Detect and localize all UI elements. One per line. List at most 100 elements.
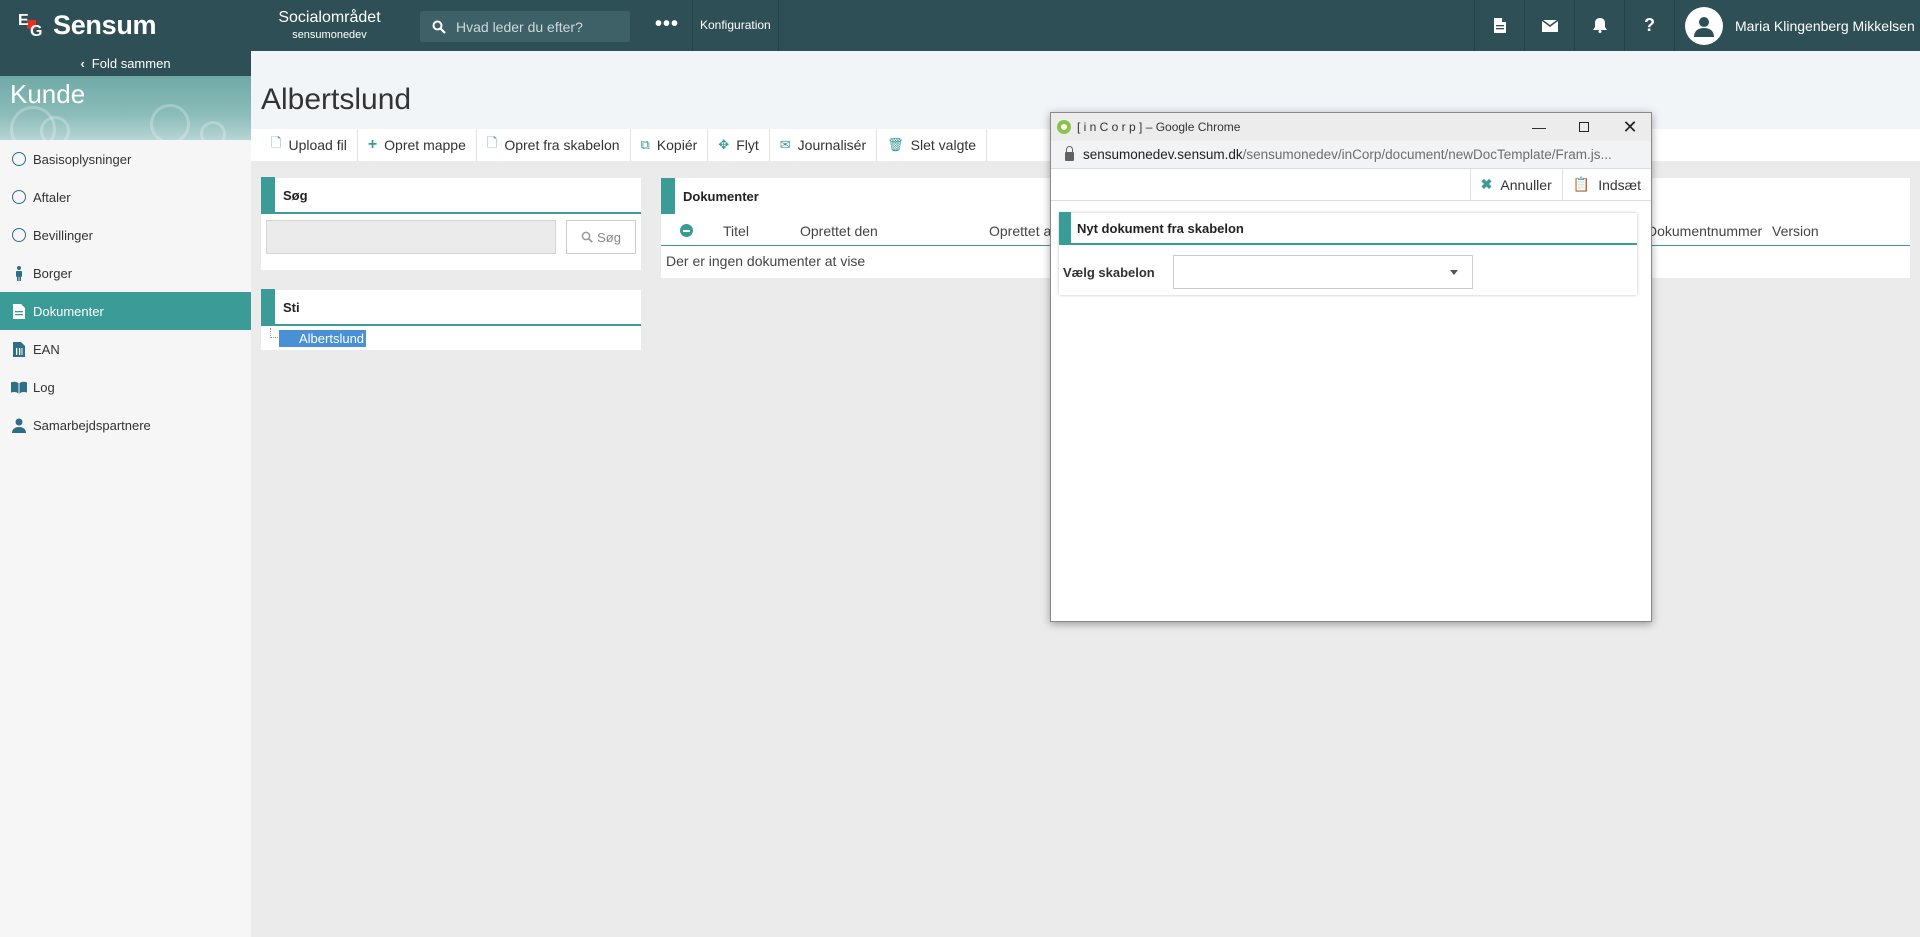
upload-file-label: Upload fil bbox=[288, 137, 347, 153]
chevron-left-icon: ‹ bbox=[80, 56, 85, 71]
sidebar-nav: Basisoplysninger Aftaler Bevillinger Bor… bbox=[0, 140, 251, 444]
address-bar[interactable]: sensumonedev.sensum.dk/sensumonedev/inCo… bbox=[1051, 141, 1651, 169]
popup-toolbar: ✖ Annuller 📋 Indsæt bbox=[1051, 168, 1651, 201]
area-title: Socialområdet bbox=[278, 9, 381, 26]
partner-icon bbox=[11, 417, 27, 433]
sidebar-item-ean[interactable]: EAN bbox=[0, 330, 251, 368]
mail-icon[interactable] bbox=[1524, 0, 1574, 51]
sensum-logo[interactable]: EG Sensum bbox=[18, 10, 157, 41]
column-header[interactable]: Dokumentnummer bbox=[1647, 223, 1762, 239]
copy-icon: ⧉ bbox=[640, 137, 650, 152]
chevron-down-icon bbox=[1450, 270, 1458, 275]
search-button[interactable]: Søg bbox=[566, 220, 636, 254]
fold-label: Fold sammen bbox=[91, 56, 171, 71]
minimize-icon[interactable]: — bbox=[1516, 113, 1562, 141]
cancel-button[interactable]: ✖ Annuller bbox=[1469, 168, 1562, 201]
sidebar-item-label: Dokumenter bbox=[33, 303, 104, 319]
search-panel: Søg Søg bbox=[261, 177, 641, 270]
bell-icon[interactable] bbox=[1574, 0, 1624, 51]
sidebar-item-label: Aftaler bbox=[33, 189, 71, 205]
column-header[interactable]: Titel bbox=[723, 223, 749, 239]
column-header[interactable]: Oprettet a bbox=[989, 223, 1051, 239]
area-selector[interactable]: Socialområdet sensumonedev bbox=[262, 9, 397, 41]
person-icon bbox=[11, 265, 27, 281]
create-from-template-label: Opret fra skabelon bbox=[504, 137, 620, 153]
fold-sidebar-button[interactable]: ‹ Fold sammen bbox=[0, 51, 251, 76]
delete-selected-button[interactable]: 🗑 Slet valgte bbox=[877, 129, 988, 161]
search-icon bbox=[581, 231, 593, 243]
journalize-label: Journalisér bbox=[797, 137, 867, 153]
collapse-icon[interactable] bbox=[680, 224, 693, 237]
document-icon[interactable] bbox=[1474, 0, 1524, 51]
help-icon[interactable]: ? bbox=[1624, 0, 1674, 51]
close-icon[interactable]: ✕ bbox=[1607, 113, 1653, 141]
page-title: Albertslund bbox=[261, 83, 412, 116]
template-select[interactable] bbox=[1173, 255, 1473, 289]
global-search[interactable] bbox=[420, 11, 630, 42]
brand-name: Sensum bbox=[53, 10, 157, 40]
column-header[interactable]: Oprettet den bbox=[800, 223, 878, 239]
sidebar-item-basisoplysninger[interactable]: Basisoplysninger bbox=[0, 140, 251, 178]
book-icon bbox=[11, 379, 27, 395]
insert-label: Indsæt bbox=[1598, 176, 1641, 193]
insert-button[interactable]: 📋 Indsæt bbox=[1561, 168, 1651, 201]
search-input[interactable] bbox=[456, 18, 616, 35]
document-icon bbox=[11, 303, 27, 319]
sidebar-item-borger[interactable]: Borger bbox=[0, 254, 251, 292]
lock-icon bbox=[1065, 146, 1074, 161]
tree-node-selected[interactable]: Albertslund bbox=[279, 330, 367, 347]
delete-selected-label: Slet valgte bbox=[910, 137, 977, 153]
sidebar-item-log[interactable]: Log bbox=[0, 368, 251, 406]
path-panel-title: Sti bbox=[283, 299, 300, 315]
sidebar: ‹ Fold sammen Kunde Basisoplysninger Aft… bbox=[0, 51, 251, 937]
sidebar-item-label: Bevillinger bbox=[33, 227, 93, 243]
search-icon bbox=[432, 20, 446, 34]
maximize-icon[interactable] bbox=[1561, 113, 1607, 141]
path-panel: Sti Albertslund bbox=[261, 289, 641, 350]
sidebar-item-samarbejdspartnere[interactable]: Samarbejdspartnere bbox=[0, 406, 251, 444]
avatar bbox=[1685, 6, 1723, 45]
configuration-link[interactable]: Konfiguration bbox=[692, 0, 779, 51]
search-button-label: Søg bbox=[597, 229, 621, 245]
window-title: [ i n C o r p ] – Google Chrome bbox=[1077, 120, 1241, 134]
ean-document-icon bbox=[11, 341, 27, 357]
panel-header: Sti bbox=[261, 289, 641, 326]
create-folder-button[interactable]: + Opret mappe bbox=[358, 129, 477, 161]
sidebar-item-label: EAN bbox=[33, 341, 60, 357]
user-name: Maria Klingenberg Mikkelsen bbox=[1735, 17, 1915, 34]
section-title: Kunde bbox=[10, 79, 86, 109]
url-path: /sensumonedev/inCorp/document/newDocTemp… bbox=[1242, 147, 1612, 162]
incorp-favicon-icon bbox=[1057, 120, 1071, 134]
sidebar-item-label: Borger bbox=[33, 265, 73, 281]
journalize-button[interactable]: ✉ Journalisér bbox=[770, 129, 878, 161]
user-menu[interactable]: Maria Klingenberg Mikkelsen bbox=[1674, 0, 1915, 51]
panel-header: Søg bbox=[261, 177, 641, 214]
section-header: Kunde bbox=[0, 76, 251, 140]
documents-panel-title: Dokumenter bbox=[683, 188, 759, 204]
document-search-input[interactable] bbox=[266, 220, 556, 254]
sidebar-item-aftaler[interactable]: Aftaler bbox=[0, 178, 251, 216]
circle-icon bbox=[11, 151, 27, 167]
move-icon: ✥ bbox=[718, 137, 730, 152]
upload-file-button[interactable]: 🗋 Upload fil bbox=[261, 129, 358, 161]
search-panel-title: Søg bbox=[283, 187, 308, 203]
file-icon: 🗋 bbox=[271, 135, 282, 150]
eg-logo-icon: EG bbox=[18, 11, 43, 40]
file-icon: 🗋 bbox=[486, 135, 498, 150]
sidebar-item-bevillinger[interactable]: Bevillinger bbox=[0, 216, 251, 254]
url-host: sensumonedev.sensum.dk bbox=[1083, 147, 1243, 162]
copy-button[interactable]: ⧉ Kopiér bbox=[631, 129, 709, 161]
sidebar-item-dokumenter[interactable]: Dokumenter bbox=[0, 292, 251, 330]
circle-icon bbox=[11, 189, 27, 205]
empty-state-text: Der er ingen dokumenter at vise bbox=[666, 253, 866, 269]
plus-icon: + bbox=[367, 136, 378, 153]
trash-icon: 🗑 bbox=[887, 137, 904, 152]
window-title-bar[interactable]: [ i n C o r p ] – Google Chrome — ✕ bbox=[1051, 113, 1651, 141]
envelope-icon: ✉ bbox=[779, 137, 791, 152]
more-menu-icon[interactable]: ••• bbox=[655, 13, 679, 36]
column-header[interactable]: Version bbox=[1772, 223, 1819, 239]
cancel-label: Annuller bbox=[1500, 176, 1552, 193]
top-bar: EG Sensum Socialområdet sensumonedev •••… bbox=[0, 0, 1920, 51]
move-button[interactable]: ✥ Flyt bbox=[708, 129, 770, 161]
create-from-template-button[interactable]: 🗋 Opret fra skabelon bbox=[477, 129, 631, 161]
